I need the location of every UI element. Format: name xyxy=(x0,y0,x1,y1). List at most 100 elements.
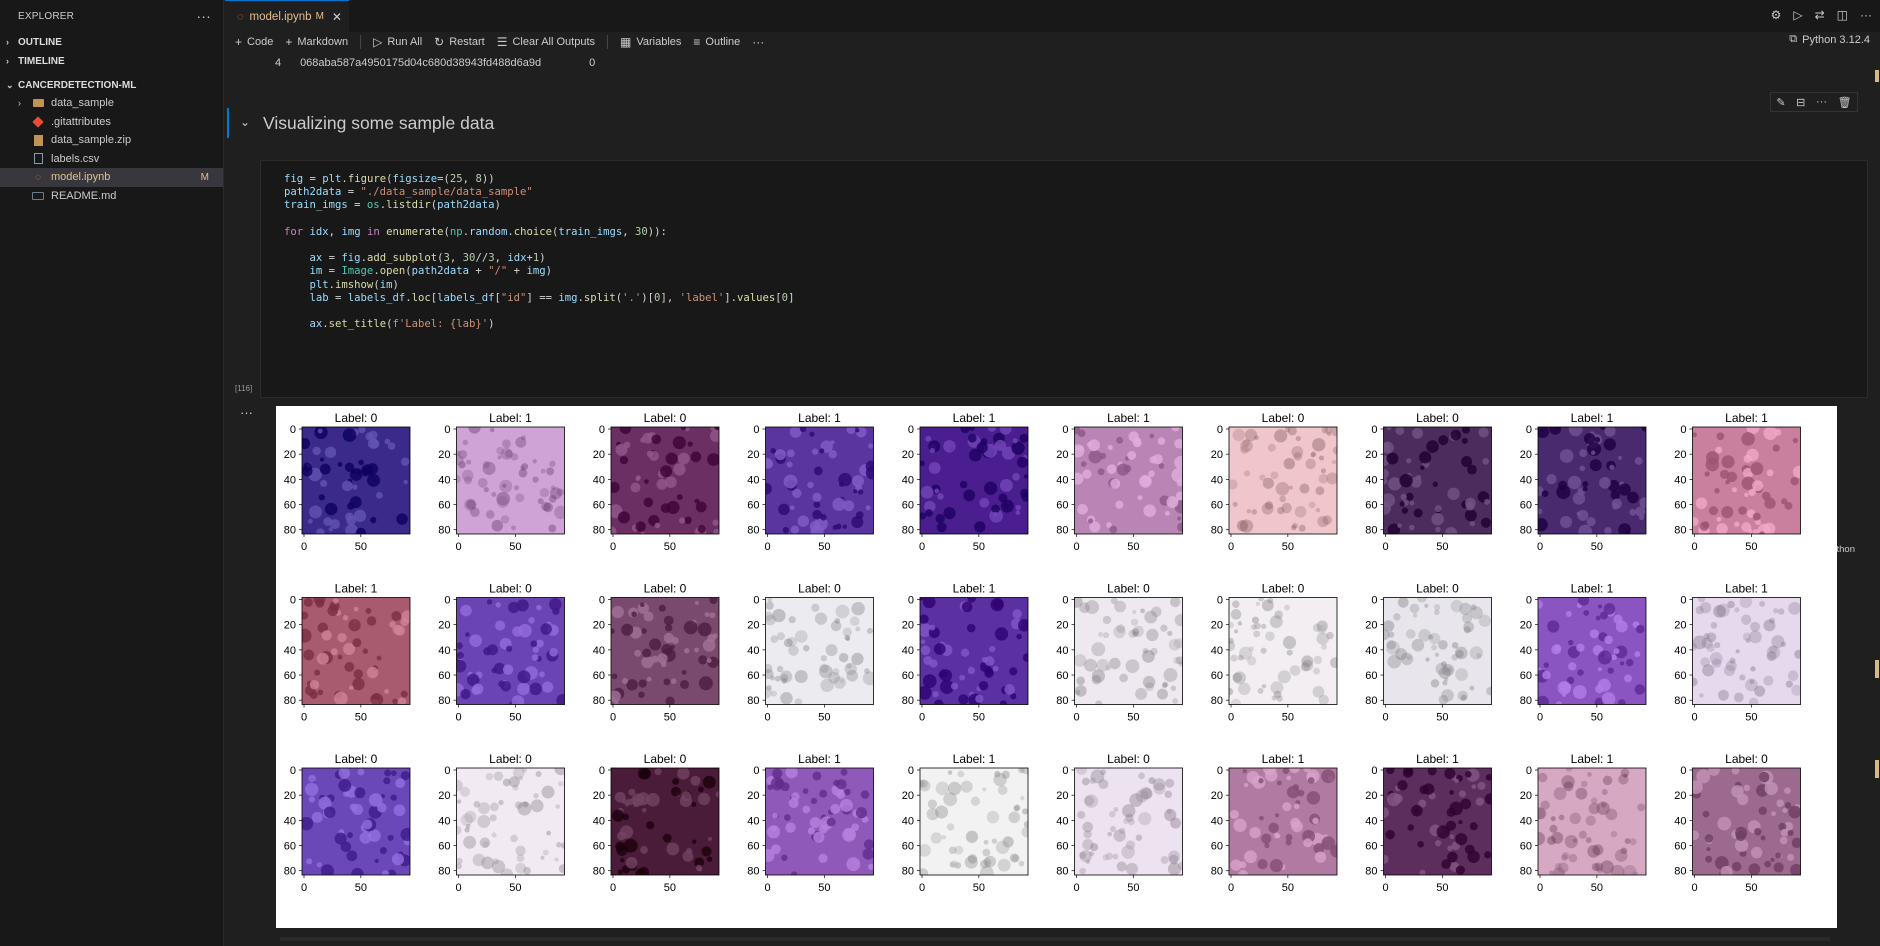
cell-nucleus xyxy=(362,648,369,654)
x-tick-label: 50 xyxy=(509,712,521,724)
y-tick-label: 80 xyxy=(284,525,296,537)
cell-nucleus xyxy=(1559,449,1574,463)
cell-nucleus xyxy=(967,597,976,603)
cell-nucleus xyxy=(460,688,471,700)
close-icon[interactable]: ✕ xyxy=(332,10,342,24)
chevron-down-icon[interactable]: ⌄ xyxy=(240,115,250,129)
more-actions-icon[interactable]: ··· xyxy=(1816,96,1827,108)
more-actions-icon[interactable]: ··· xyxy=(1860,8,1872,22)
cell-nucleus xyxy=(327,605,339,617)
gear-icon[interactable]: ⚙ xyxy=(1771,8,1782,22)
tree-item-data-sample-zip[interactable]: data_sample.zip xyxy=(0,131,223,150)
cell-nucleus xyxy=(1279,495,1287,503)
cell-nucleus xyxy=(825,644,838,657)
y-tick-label: 60 xyxy=(1211,670,1223,682)
cell-nucleus xyxy=(1542,670,1551,680)
more-button[interactable]: ··· xyxy=(752,35,764,49)
cell-nucleus xyxy=(810,797,818,805)
compare-icon[interactable]: ⇄ xyxy=(1815,8,1825,22)
cell-nucleus xyxy=(933,643,946,655)
y-tick-label: 0 xyxy=(444,595,450,607)
cell-nucleus xyxy=(707,836,712,841)
y-tick-label: 40 xyxy=(1056,645,1068,657)
cell-nucleus xyxy=(303,597,313,607)
y-tick-label: 0 xyxy=(290,765,296,777)
y-tick-label: 60 xyxy=(1674,500,1686,512)
cell-nucleus xyxy=(1168,638,1181,651)
cell-nucleus xyxy=(1790,476,1799,486)
code-cell[interactable]: fig = plt.figure(figsize=(25, 8)) path2da… xyxy=(260,160,1868,555)
x-tick-label: 0 xyxy=(919,712,925,724)
scrollbar-overview[interactable] xyxy=(1874,40,1880,900)
cell-nucleus xyxy=(698,676,713,691)
cell-nucleus xyxy=(1114,600,1127,613)
project-section[interactable]: ⌄ CANCERDETECTION-ML xyxy=(0,76,223,94)
cell-nucleus xyxy=(320,479,328,488)
cell-nucleus xyxy=(389,621,396,628)
subplot-title: Label: 1 xyxy=(1416,752,1459,766)
restart-button[interactable]: ↻ Restart xyxy=(434,35,485,49)
delete-icon[interactable]: 🗑 xyxy=(1838,96,1852,109)
add-code-button[interactable]: + Code xyxy=(235,35,273,49)
cell-nucleus xyxy=(1455,668,1469,682)
cell-nucleus xyxy=(537,498,544,505)
cell-nucleus xyxy=(1777,608,1785,615)
explorer-title: EXPLORER xyxy=(18,10,75,22)
cell-nucleus xyxy=(836,779,847,790)
horizontal-scrollbar[interactable] xyxy=(280,936,1830,942)
y-tick-label: 60 xyxy=(1211,841,1223,853)
cell-nucleus xyxy=(1735,649,1740,654)
cell-nucleus xyxy=(1016,633,1022,640)
cell-nucleus xyxy=(1262,477,1274,489)
cell-nucleus xyxy=(959,674,966,681)
y-tick-label: 0 xyxy=(1526,424,1532,436)
cell-nucleus xyxy=(323,806,336,819)
add-markdown-button[interactable]: + Markdown xyxy=(285,35,348,49)
x-tick-label: 50 xyxy=(1282,712,1294,724)
cell-nucleus xyxy=(1330,427,1337,437)
cell-nucleus xyxy=(857,489,864,495)
cell-nucleus xyxy=(623,838,638,853)
cell-nucleus xyxy=(1744,492,1749,497)
markdown-cell[interactable]: ⌄ Visualizing some sample data xyxy=(227,108,1867,138)
cell-nucleus xyxy=(1326,631,1334,640)
clear-outputs-button[interactable]: ☰ Clear All Outputs xyxy=(497,35,595,49)
split-editor-icon[interactable]: ◫ xyxy=(1837,8,1848,22)
tab-bar: ◌ model.ipynb M ✕ ⚙ ▷ ⇄ ◫ ··· xyxy=(225,0,1880,32)
cell-nucleus xyxy=(1138,812,1152,826)
cell-nucleus xyxy=(400,618,409,627)
cell-nucleus xyxy=(860,790,870,799)
y-tick-label: 80 xyxy=(593,525,605,537)
cell-nucleus xyxy=(302,628,312,643)
cell-nucleus xyxy=(1454,778,1459,784)
edit-icon[interactable]: ✎ xyxy=(1776,96,1785,109)
tree-item-model-ipynb[interactable]: ◌ model.ipynb M xyxy=(0,168,223,187)
variables-button[interactable]: ▦ Variables xyxy=(620,35,681,49)
run-icon[interactable]: ▷ xyxy=(1793,8,1802,22)
y-tick-label: 80 xyxy=(1674,525,1686,537)
kernel-picker[interactable]: ⧉ Python 3.12.4 xyxy=(1789,33,1870,46)
cell-nucleus xyxy=(1156,688,1168,700)
run-all-button[interactable]: ▷ Run All xyxy=(373,35,422,49)
cell-nucleus xyxy=(958,694,969,705)
cell-nucleus xyxy=(846,663,852,669)
more-actions-icon[interactable]: ··· xyxy=(196,8,211,24)
run-all-label: Run All xyxy=(387,35,423,48)
tree-item-labels-csv[interactable]: labels.csv xyxy=(0,150,223,169)
cell-nucleus xyxy=(789,505,795,511)
tab-model-ipynb[interactable]: ◌ model.ipynb M ✕ xyxy=(225,0,349,32)
cell-nucleus xyxy=(1568,662,1577,671)
tree-item-readme[interactable]: README.md xyxy=(0,187,223,206)
cell-nucleus xyxy=(1177,516,1182,521)
output-actions-icon[interactable]: ··· xyxy=(240,405,253,420)
tree-item-data-sample[interactable]: › data_sample xyxy=(0,94,223,113)
outline-section[interactable]: › OUTLINE xyxy=(0,33,223,51)
outline-button[interactable]: ≡ Outline xyxy=(693,35,740,49)
cell-nucleus xyxy=(1708,506,1719,516)
timeline-section[interactable]: › TIMELINE xyxy=(0,52,223,70)
split-cell-icon[interactable]: ⊟ xyxy=(1796,96,1805,109)
code-editor[interactable]: fig = plt.figure(figsize=(25, 8)) path2da… xyxy=(284,173,794,331)
cell-nucleus xyxy=(640,437,646,443)
tree-item-gitattributes[interactable]: .gitattributes xyxy=(0,113,223,132)
cell-nucleus xyxy=(767,784,773,790)
